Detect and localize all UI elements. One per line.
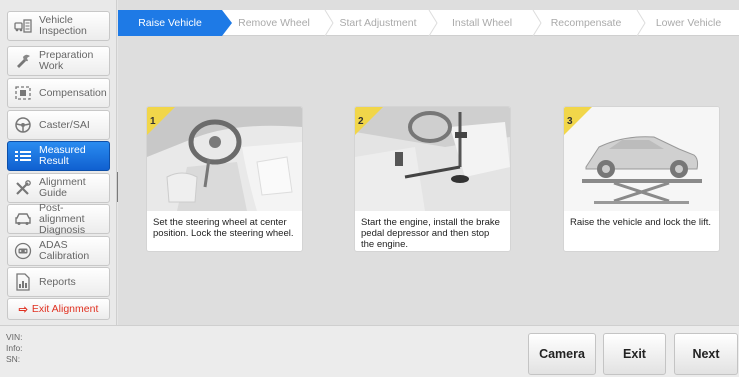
instruction-card-1: 1 Set the steering wheel at center posit… xyxy=(146,106,303,252)
step-number: 2 xyxy=(358,116,364,127)
sidebar-item-label: Alignment Guide xyxy=(39,176,86,199)
sidebar-item-measured-result[interactable]: Measured Result xyxy=(7,141,110,171)
compensation-icon xyxy=(13,83,33,103)
info-label: Info: xyxy=(6,343,23,353)
list-icon xyxy=(13,146,33,166)
step-separator xyxy=(532,10,542,36)
sidebar-item-vehicle-inspection[interactable]: Vehicle Inspection xyxy=(7,11,110,41)
sidebar-item-compensation[interactable]: Compensation xyxy=(7,78,110,108)
sidebar-item-preparation-work[interactable]: Preparation Work xyxy=(7,46,110,76)
car-check-icon xyxy=(13,16,33,36)
sidebar-item-caster-sai[interactable]: Caster/SAI xyxy=(7,110,110,140)
exit-alignment-label: Exit Alignment xyxy=(31,302,99,315)
steering-wheel-icon xyxy=(13,115,33,135)
next-button[interactable]: Next xyxy=(674,333,738,375)
instruction-card-2: 2 Start the engine, install the brake pe… xyxy=(354,106,511,252)
sidebar-item-adas-calibration[interactable]: ADAS Calibration xyxy=(7,236,110,266)
step-lower-vehicle[interactable]: Lower Vehicle xyxy=(638,10,739,36)
tools-icon xyxy=(13,178,33,198)
sidebar-item-post-alignment-diagnosis[interactable]: Post-alignment Diagnosis xyxy=(7,201,110,236)
step-number: 1 xyxy=(150,116,156,127)
instruction-card-3: 3 Raise the vehicle and lock the lift. xyxy=(563,106,720,252)
camera-button[interactable]: Camera xyxy=(528,333,596,375)
main-content: Raise Vehicle Remove Wheel Start Adjustm… xyxy=(118,0,739,325)
step-install-wheel[interactable]: Install Wheel xyxy=(430,10,534,36)
car-icon xyxy=(13,209,33,229)
adas-icon xyxy=(13,241,33,261)
instruction-text: Start the engine, install the brake peda… xyxy=(361,217,500,250)
sn-label: SN: xyxy=(6,354,21,364)
sidebar-item-label: Measured Result xyxy=(39,144,86,167)
instruction-text: Raise the vehicle and lock the lift. xyxy=(570,217,711,228)
sidebar-item-label: Vehicle Inspection xyxy=(39,14,87,37)
step-remove-wheel[interactable]: Remove Wheel xyxy=(222,10,326,36)
step-separator xyxy=(324,10,334,36)
vin-label: VIN: xyxy=(6,332,23,342)
step-recompensate[interactable]: Recompensate xyxy=(534,10,638,36)
step-number: 3 xyxy=(567,116,573,127)
instruction-text: Set the steering wheel at center positio… xyxy=(153,217,294,239)
exit-icon: ⇨ xyxy=(18,303,28,316)
sidebar-item-label: Preparation Work xyxy=(39,49,94,72)
sidebar-item-label: Reports xyxy=(39,275,76,288)
sidebar-item-label: ADAS Calibration xyxy=(39,239,90,262)
sidebar-item-label: Post-alignment Diagnosis xyxy=(39,201,86,236)
footer-bar: VIN: Info: SN: Camera Exit Next xyxy=(0,325,739,377)
step-start-adjustment[interactable]: Start Adjustment xyxy=(326,10,430,36)
exit-button[interactable]: Exit xyxy=(603,333,666,375)
exit-alignment-button[interactable]: ⇨ Exit Alignment xyxy=(7,298,110,320)
sidebar-item-label: Compensation xyxy=(39,86,107,99)
step-separator xyxy=(636,10,646,36)
step-raise-vehicle[interactable]: Raise Vehicle xyxy=(118,10,222,36)
wrench-icon xyxy=(13,51,33,71)
step-progress-bar: Raise Vehicle Remove Wheel Start Adjustm… xyxy=(118,10,739,36)
sidebar-item-alignment-guide[interactable]: Alignment Guide xyxy=(7,173,110,203)
step-separator xyxy=(222,10,232,36)
report-icon xyxy=(13,272,33,292)
sidebar-item-reports[interactable]: Reports xyxy=(7,267,110,297)
step-separator xyxy=(428,10,438,36)
sidebar: Vehicle Inspection Preparation Work Comp… xyxy=(0,0,117,325)
sidebar-item-label: Caster/SAI xyxy=(39,118,90,131)
